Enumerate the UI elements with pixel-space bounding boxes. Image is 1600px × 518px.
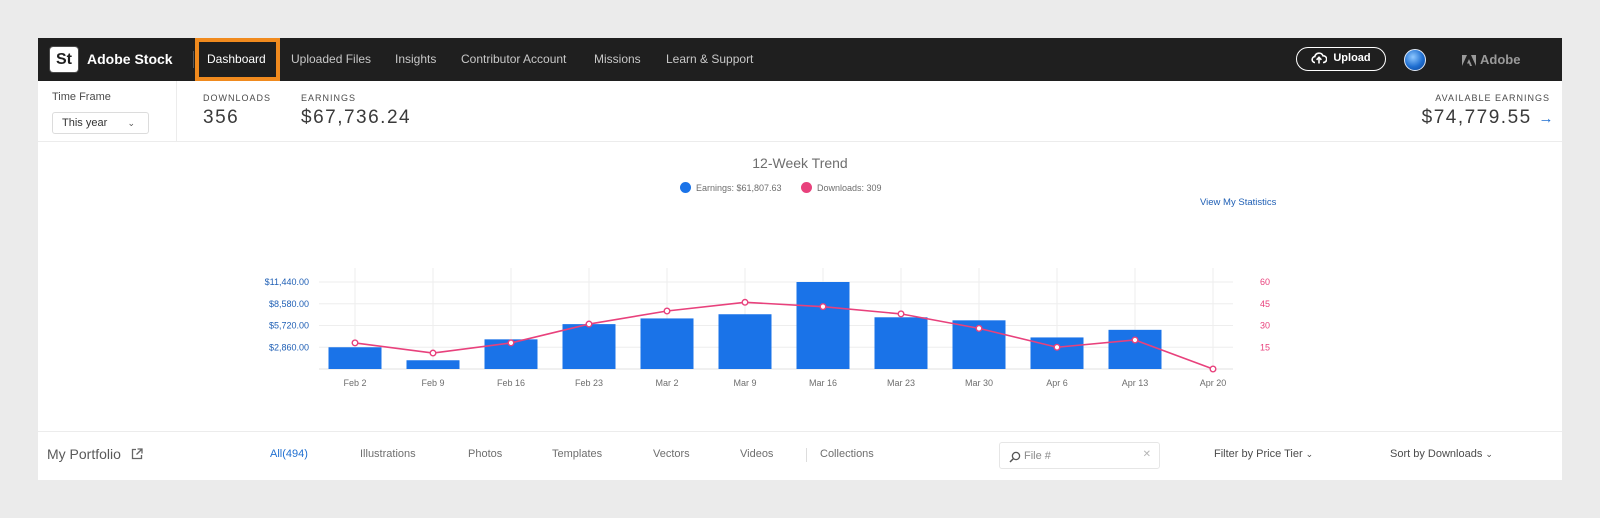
x-axis-tick-label: Apr 20	[1200, 378, 1227, 388]
stock-contributor-app: St Adobe Stock Dashboard Uploaded Files …	[38, 38, 1562, 480]
x-axis-tick-label: Feb 9	[421, 378, 444, 388]
x-axis-tick-label: Mar 30	[965, 378, 993, 388]
downloads-point	[663, 307, 671, 315]
external-link-icon[interactable]	[131, 448, 143, 460]
earnings-bar	[562, 324, 616, 369]
left-axis-tick-label: $8,580.00	[269, 299, 309, 309]
my-portfolio: My Portfolio	[47, 446, 143, 462]
earnings-bar	[328, 347, 382, 369]
downloads-point	[1131, 336, 1139, 344]
downloads-point	[429, 349, 437, 357]
tab-templates[interactable]: Templates	[552, 448, 602, 460]
right-axis-tick-label: 15	[1260, 342, 1270, 352]
right-axis-tick-label: 60	[1260, 277, 1270, 287]
tab-divider	[806, 448, 807, 462]
x-axis-tick-label: Apr 13	[1122, 378, 1149, 388]
earnings-bar	[640, 318, 694, 369]
sort-label: Sort by Downloads	[1390, 448, 1483, 460]
x-axis-tick-label: Feb 23	[575, 378, 603, 388]
downloads-point	[897, 310, 905, 318]
downloads-point	[507, 339, 515, 347]
left-axis-tick-label: $2,860.00	[269, 342, 309, 352]
clear-icon[interactable]: ✕	[1143, 449, 1151, 460]
downloads-point	[819, 303, 827, 311]
downloads-point	[1209, 365, 1217, 373]
chevron-down-icon: ⌄	[1305, 449, 1314, 459]
earnings-bar	[718, 314, 772, 369]
downloads-point	[1053, 343, 1061, 351]
earnings-bar	[406, 360, 460, 369]
downloads-point	[741, 298, 749, 306]
portfolio-bar: My Portfolio All(494) Illustrations Phot…	[38, 431, 1562, 480]
earnings-bar	[796, 282, 850, 369]
x-axis-tick-label: Mar 9	[733, 378, 756, 388]
search-icon	[1009, 451, 1021, 463]
x-axis-tick-label: Mar 2	[655, 378, 678, 388]
search-input[interactable]	[1024, 448, 1134, 463]
downloads-point	[975, 324, 983, 332]
tab-vectors[interactable]: Vectors	[653, 448, 690, 460]
x-axis-tick-label: Mar 23	[887, 378, 915, 388]
x-axis-tick-label: Feb 2	[343, 378, 366, 388]
tab-illustrations[interactable]: Illustrations	[360, 448, 416, 460]
right-axis-tick-label: 30	[1260, 321, 1270, 331]
x-axis-tick-label: Apr 6	[1046, 378, 1068, 388]
left-axis-tick-label: $5,720.00	[269, 321, 309, 331]
downloads-point	[585, 320, 593, 328]
file-search: ✕	[999, 442, 1160, 469]
right-axis-tick-label: 45	[1260, 299, 1270, 309]
earnings-bar	[1108, 329, 1162, 369]
downloads-line	[354, 301, 1214, 370]
filter-label: Filter by Price Tier	[1214, 448, 1303, 460]
portfolio-title: My Portfolio	[47, 446, 121, 462]
left-axis-tick-label: $11,440.00	[265, 277, 309, 287]
tab-all[interactable]: All(494)	[270, 448, 308, 460]
x-axis-tick-label: Mar 16	[809, 378, 837, 388]
downloads-point	[351, 339, 359, 347]
chevron-down-icon: ⌄	[1485, 449, 1493, 459]
sort-downloads-dropdown[interactable]: Sort by Downloads ⌄	[1390, 448, 1493, 460]
tab-photos[interactable]: Photos	[468, 448, 502, 460]
tab-videos[interactable]: Videos	[740, 448, 773, 460]
filter-price-tier-dropdown[interactable]: Filter by Price Tier ⌄	[1214, 448, 1313, 460]
trend-chart: $2,860.00 $5,720.00 $8,580.00 $11,440.00 15 3…	[265, 268, 1270, 388]
tab-collections[interactable]: Collections	[820, 448, 874, 460]
earnings-bar	[874, 317, 928, 369]
x-axis-tick-label: Feb 16	[497, 378, 525, 388]
